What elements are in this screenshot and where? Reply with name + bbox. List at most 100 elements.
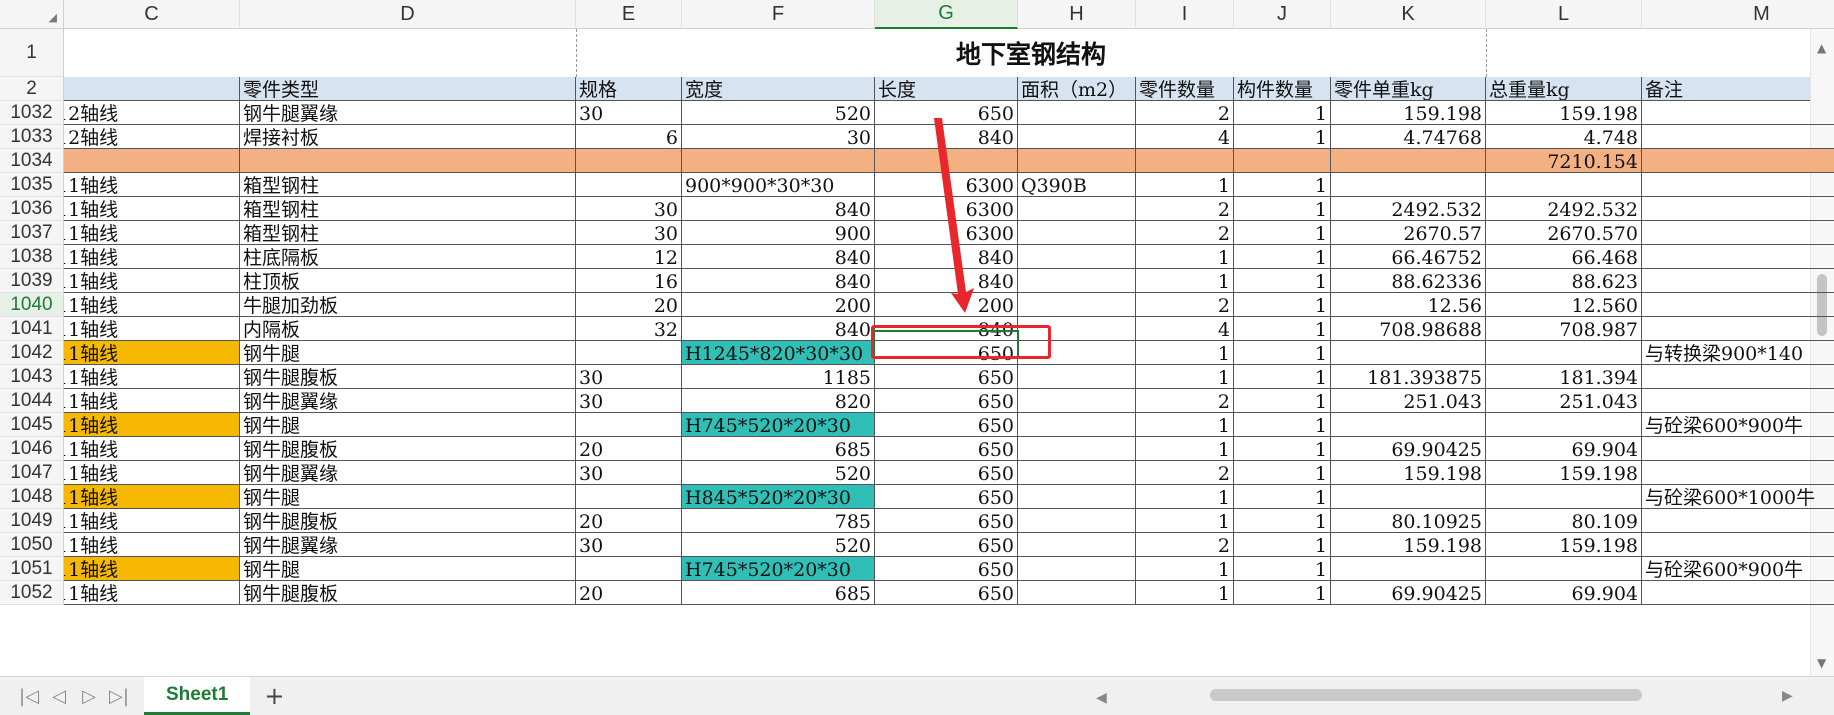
- cell-d1048[interactable]: 钢牛腿: [240, 485, 576, 509]
- cell-m1033[interactable]: [1642, 125, 1834, 149]
- cell-e1033[interactable]: 6: [576, 125, 682, 149]
- scroll-up-icon[interactable]: ▲: [1817, 41, 1826, 55]
- cell-l1045[interactable]: [1486, 413, 1642, 437]
- cell-l1034[interactable]: 7210.154: [1486, 149, 1642, 173]
- cell-h1033[interactable]: [1018, 125, 1136, 149]
- cell-h2[interactable]: 面积（m2）: [1018, 77, 1136, 101]
- cell-h1045[interactable]: [1018, 413, 1136, 437]
- cell-k1052[interactable]: 69.90425: [1331, 581, 1486, 605]
- cell-c1051[interactable]: 11轴线: [64, 557, 240, 581]
- cell-h1046[interactable]: [1018, 437, 1136, 461]
- cell-m1037[interactable]: [1642, 221, 1834, 245]
- column-header-f[interactable]: F: [682, 0, 875, 29]
- cell-e1041[interactable]: 32: [576, 317, 682, 341]
- cell-j1038[interactable]: 1: [1234, 245, 1331, 269]
- cell-g1032[interactable]: 650: [875, 101, 1018, 125]
- cell-d1033[interactable]: 焊接衬板: [240, 125, 576, 149]
- column-header-l[interactable]: L: [1486, 0, 1642, 29]
- cell-f1044[interactable]: 820: [682, 389, 875, 413]
- row-header-1041[interactable]: 1041: [0, 317, 64, 341]
- cell-f1051[interactable]: H745*520*20*30: [682, 557, 875, 581]
- cell-m1048[interactable]: 与砼梁600*1000牛: [1642, 485, 1834, 509]
- cell-i2[interactable]: 零件数量: [1136, 77, 1234, 101]
- cell-h1037[interactable]: [1018, 221, 1136, 245]
- cell-i1042[interactable]: 1: [1136, 341, 1234, 365]
- cell-m1032[interactable]: [1642, 101, 1834, 125]
- cell-g1034[interactable]: [875, 149, 1018, 173]
- cell-d1050[interactable]: 钢牛腿翼缘: [240, 533, 576, 557]
- cell-m1038[interactable]: [1642, 245, 1834, 269]
- cell-g1033[interactable]: 840: [875, 125, 1018, 149]
- cell-i1050[interactable]: 2: [1136, 533, 1234, 557]
- cell-l1036[interactable]: 2492.532: [1486, 197, 1642, 221]
- row-header-1032[interactable]: 1032: [0, 101, 64, 125]
- row-header-1042[interactable]: 1042: [0, 341, 64, 365]
- cell-m1051[interactable]: 与砼梁600*900牛: [1642, 557, 1834, 581]
- cell-g1036[interactable]: 6300: [875, 197, 1018, 221]
- cell-j1050[interactable]: 1: [1234, 533, 1331, 557]
- cell-e1046[interactable]: 20: [576, 437, 682, 461]
- cell-i1049[interactable]: 1: [1136, 509, 1234, 533]
- cell-l1039[interactable]: 88.623: [1486, 269, 1642, 293]
- cell-k1049[interactable]: 80.10925: [1331, 509, 1486, 533]
- cell-l1046[interactable]: 69.904: [1486, 437, 1642, 461]
- cell-k1042[interactable]: [1331, 341, 1486, 365]
- cell-d1042[interactable]: 钢牛腿: [240, 341, 576, 365]
- row-header-1039[interactable]: 1039: [0, 269, 64, 293]
- cell-k1035[interactable]: [1331, 173, 1486, 197]
- column-header-e[interactable]: E: [576, 0, 682, 29]
- cell-h1043[interactable]: [1018, 365, 1136, 389]
- cell-g1046[interactable]: 650: [875, 437, 1018, 461]
- cell-f1049[interactable]: 785: [682, 509, 875, 533]
- cell-l1035[interactable]: [1486, 173, 1642, 197]
- cell-e1039[interactable]: 16: [576, 269, 682, 293]
- cell-m1035[interactable]: [1642, 173, 1834, 197]
- cell-g1048[interactable]: 650: [875, 485, 1018, 509]
- cell-h1032[interactable]: [1018, 101, 1136, 125]
- cell-d1032[interactable]: 钢牛腿翼缘: [240, 101, 576, 125]
- cell-e1044[interactable]: 30: [576, 389, 682, 413]
- cell-k1032[interactable]: 159.198: [1331, 101, 1486, 125]
- cell-l1037[interactable]: 2670.570: [1486, 221, 1642, 245]
- cell-d1036[interactable]: 箱型钢柱: [240, 197, 576, 221]
- cell-m1043[interactable]: [1642, 365, 1834, 389]
- cell-f1039[interactable]: 840: [682, 269, 875, 293]
- cell-l1032[interactable]: 159.198: [1486, 101, 1642, 125]
- row-header-1051[interactable]: 1051: [0, 557, 64, 581]
- select-all-corner[interactable]: ◢: [0, 0, 64, 29]
- cell-f1034[interactable]: [682, 149, 875, 173]
- column-header-m[interactable]: M: [1642, 0, 1834, 29]
- column-header-d[interactable]: D: [240, 0, 576, 29]
- cell-l2[interactable]: 总重量kg: [1486, 77, 1642, 101]
- cell-e1043[interactable]: 30: [576, 365, 682, 389]
- cell-j1033[interactable]: 1: [1234, 125, 1331, 149]
- cell-c1042[interactable]: 11轴线: [64, 341, 240, 365]
- cell-f1033[interactable]: 30: [682, 125, 875, 149]
- cell-i1047[interactable]: 2: [1136, 461, 1234, 485]
- cell-h1035[interactable]: Q390B: [1018, 173, 1136, 197]
- cell-i1044[interactable]: 2: [1136, 389, 1234, 413]
- cell-l1044[interactable]: 251.043: [1486, 389, 1642, 413]
- cell-j1035[interactable]: 1: [1234, 173, 1331, 197]
- cell-e1040[interactable]: 20: [576, 293, 682, 317]
- cell-j2[interactable]: 构件数量: [1234, 77, 1331, 101]
- cell-j1051[interactable]: 1: [1234, 557, 1331, 581]
- cell-e1050[interactable]: 30: [576, 533, 682, 557]
- row-header-1043[interactable]: 1043: [0, 365, 64, 389]
- cell-f1038[interactable]: 840: [682, 245, 875, 269]
- next-sheet-icon[interactable]: ▷: [74, 686, 104, 707]
- cell-e1034[interactable]: [576, 149, 682, 173]
- cell-g1044[interactable]: 650: [875, 389, 1018, 413]
- cell-i1039[interactable]: 1: [1136, 269, 1234, 293]
- cell-h1052[interactable]: [1018, 581, 1136, 605]
- cell-c1034[interactable]: [64, 149, 240, 173]
- row-header-1038[interactable]: 1038: [0, 245, 64, 269]
- row-header-1040[interactable]: 1040: [0, 293, 64, 317]
- cell-m1052[interactable]: [1642, 581, 1834, 605]
- cell-j1032[interactable]: 1: [1234, 101, 1331, 125]
- cell-i1048[interactable]: 1: [1136, 485, 1234, 509]
- cell-f1052[interactable]: 685: [682, 581, 875, 605]
- cell-l1042[interactable]: [1486, 341, 1642, 365]
- cell-e1042[interactable]: [576, 341, 682, 365]
- row-header-1045[interactable]: 1045: [0, 413, 64, 437]
